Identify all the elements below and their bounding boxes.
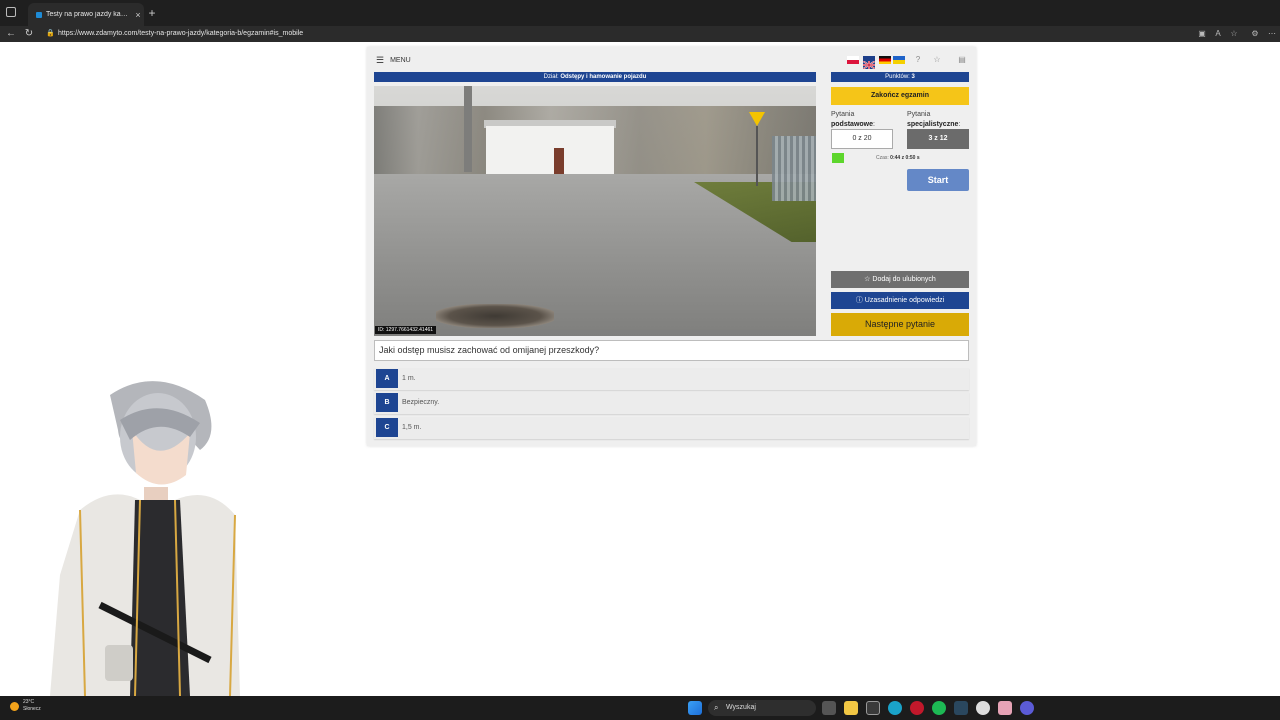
url-text: https://www.zdamyto.com/testy-na-prawo-j… xyxy=(58,30,304,37)
photo-door xyxy=(554,148,564,174)
site-favicon-icon xyxy=(36,11,42,18)
read-aloud-icon[interactable]: A xyxy=(1212,27,1224,41)
temperature-text: 23°C xyxy=(23,699,35,705)
favorite-star-icon[interactable]: ☆ xyxy=(1228,27,1240,41)
add-to-favorites-button[interactable]: ☆ Dodaj do ulubionych xyxy=(831,271,969,288)
basic-label-line1: Pytania xyxy=(831,111,855,118)
question-text: Jaki odstęp musisz zachować od omijanej … xyxy=(374,340,969,361)
taskbar xyxy=(0,696,1280,720)
photo-building xyxy=(486,126,614,174)
file-explorer-icon[interactable] xyxy=(844,701,858,715)
answer-text: 1,5 m. xyxy=(402,424,422,431)
answer-key: C xyxy=(376,418,398,437)
points-prefix: Punktów: xyxy=(885,74,910,80)
start-menu-icon[interactable] xyxy=(688,701,702,715)
profile-icon[interactable]: ⋯ xyxy=(1266,27,1278,41)
time-label: Czas: xyxy=(876,155,889,161)
help-icon[interactable]: ? xyxy=(912,54,924,66)
lock-icon: 🔒 xyxy=(46,30,55,37)
browser-tab[interactable]: Testy na prawo jazdy kategoria B × xyxy=(28,3,144,26)
menu-label: MENU xyxy=(390,56,411,64)
answer-key: B xyxy=(376,393,398,412)
sun-icon xyxy=(10,701,19,711)
photo-sign-pole xyxy=(756,126,758,186)
points-banner: Punktów: 3 xyxy=(831,72,969,82)
time-progress-bar xyxy=(832,153,844,163)
store-icon[interactable] xyxy=(866,701,880,715)
flag-ua-icon[interactable] xyxy=(893,56,905,64)
task-view-icon[interactable] xyxy=(822,701,836,715)
reload-icon[interactable]: ↻ xyxy=(22,26,36,42)
category-prefix: Dział: xyxy=(543,74,559,80)
browser-tab-strip xyxy=(0,0,1280,26)
taskbar-search[interactable]: ⌕ Wyszukaj xyxy=(708,700,816,716)
tab-title: Testy na prawo jazdy kategoria B xyxy=(46,11,128,18)
answer-option-b[interactable]: B Bezpieczny. xyxy=(374,392,969,414)
answer-text: 1 m. xyxy=(402,375,416,382)
help-circle-icon: ⓘ xyxy=(855,297,863,304)
photo-pillar xyxy=(464,86,472,172)
category-banner: Dział: Odstępy i hamowanie pojazdu xyxy=(374,72,816,82)
basic-questions-label: Pytania podstawowe: xyxy=(831,111,875,128)
star-icon: ☆ xyxy=(864,276,871,283)
steam-icon[interactable] xyxy=(954,701,968,715)
app-icon[interactable] xyxy=(998,701,1012,715)
answer-option-c[interactable]: C 1,5 m. xyxy=(374,417,969,439)
flag-gb-icon[interactable] xyxy=(862,56,876,70)
justification-label: Uzasadnienie odpowiedzi xyxy=(864,297,945,304)
flag-pl-icon[interactable] xyxy=(847,56,859,64)
discord-icon[interactable] xyxy=(1020,701,1034,715)
basic-label-line2: podstawowe xyxy=(831,121,874,128)
image-id-label: ID: 1297.7661432.41461 xyxy=(375,326,437,334)
search-icon: ⌕ xyxy=(714,703,719,712)
time-value: 0:44 z 0:50 s xyxy=(890,155,920,161)
special-questions-label: Pytania specjalistyczne: xyxy=(907,111,961,128)
opera-icon[interactable] xyxy=(910,701,924,715)
vtuber-avatar xyxy=(40,375,250,697)
category-value: Odstępy i hamowanie pojazdu xyxy=(560,74,647,80)
back-icon[interactable]: ← xyxy=(4,26,18,42)
special-label-line2: specjalistyczne xyxy=(907,121,959,128)
weather-widget[interactable]: 23°C Słonecz xyxy=(10,699,41,713)
reader-view-icon[interactable]: ▣ xyxy=(1196,27,1208,41)
question-photo xyxy=(374,86,816,336)
points-value: 3 xyxy=(911,74,915,80)
menu-button[interactable]: ☰ MENU xyxy=(376,54,411,66)
chrome-icon[interactable] xyxy=(976,701,990,715)
photo-fence xyxy=(772,136,816,201)
special-label-line1: Pytania xyxy=(907,111,931,118)
add-favorites-label: Dodaj do ulubionych xyxy=(872,276,936,283)
search-placeholder: Wyszukaj xyxy=(726,704,756,711)
url-bar[interactable]: 🔒 https://www.zdamyto.com/testy-na-prawo… xyxy=(42,27,1192,41)
weather-text: Słonecz xyxy=(23,706,41,712)
next-question-button[interactable]: Następne pytanie xyxy=(831,313,969,336)
photo-pothole xyxy=(436,304,554,328)
tab-actions-icon[interactable] xyxy=(6,7,16,17)
flag-de-icon[interactable] xyxy=(879,56,891,64)
end-exam-button[interactable]: Zakończ egzamin xyxy=(831,87,969,105)
start-button[interactable]: Start xyxy=(907,169,969,191)
time-readout: Czas: 0:44 z 0:50 s xyxy=(876,155,920,161)
print-icon[interactable]: ▤ xyxy=(956,54,968,66)
edge-browser-icon[interactable] xyxy=(888,701,902,715)
answer-key: A xyxy=(376,369,398,388)
hamburger-icon: ☰ xyxy=(376,54,385,65)
basic-questions-counter[interactable]: 0 z 20 xyxy=(831,129,893,149)
extensions-icon[interactable]: ⚙ xyxy=(1249,27,1261,41)
answer-text: Bezpieczny. xyxy=(402,399,440,406)
answer-option-a[interactable]: A 1 m. xyxy=(374,368,969,390)
justification-button[interactable]: ⓘ Uzasadnienie odpowiedzi xyxy=(831,292,969,309)
favorite-icon[interactable]: ☆ xyxy=(931,54,943,66)
new-tab-button[interactable]: + xyxy=(146,5,158,21)
tab-close-icon[interactable]: × xyxy=(132,10,144,20)
special-questions-counter[interactable]: 3 z 12 xyxy=(907,129,969,149)
spotify-icon[interactable] xyxy=(932,701,946,715)
